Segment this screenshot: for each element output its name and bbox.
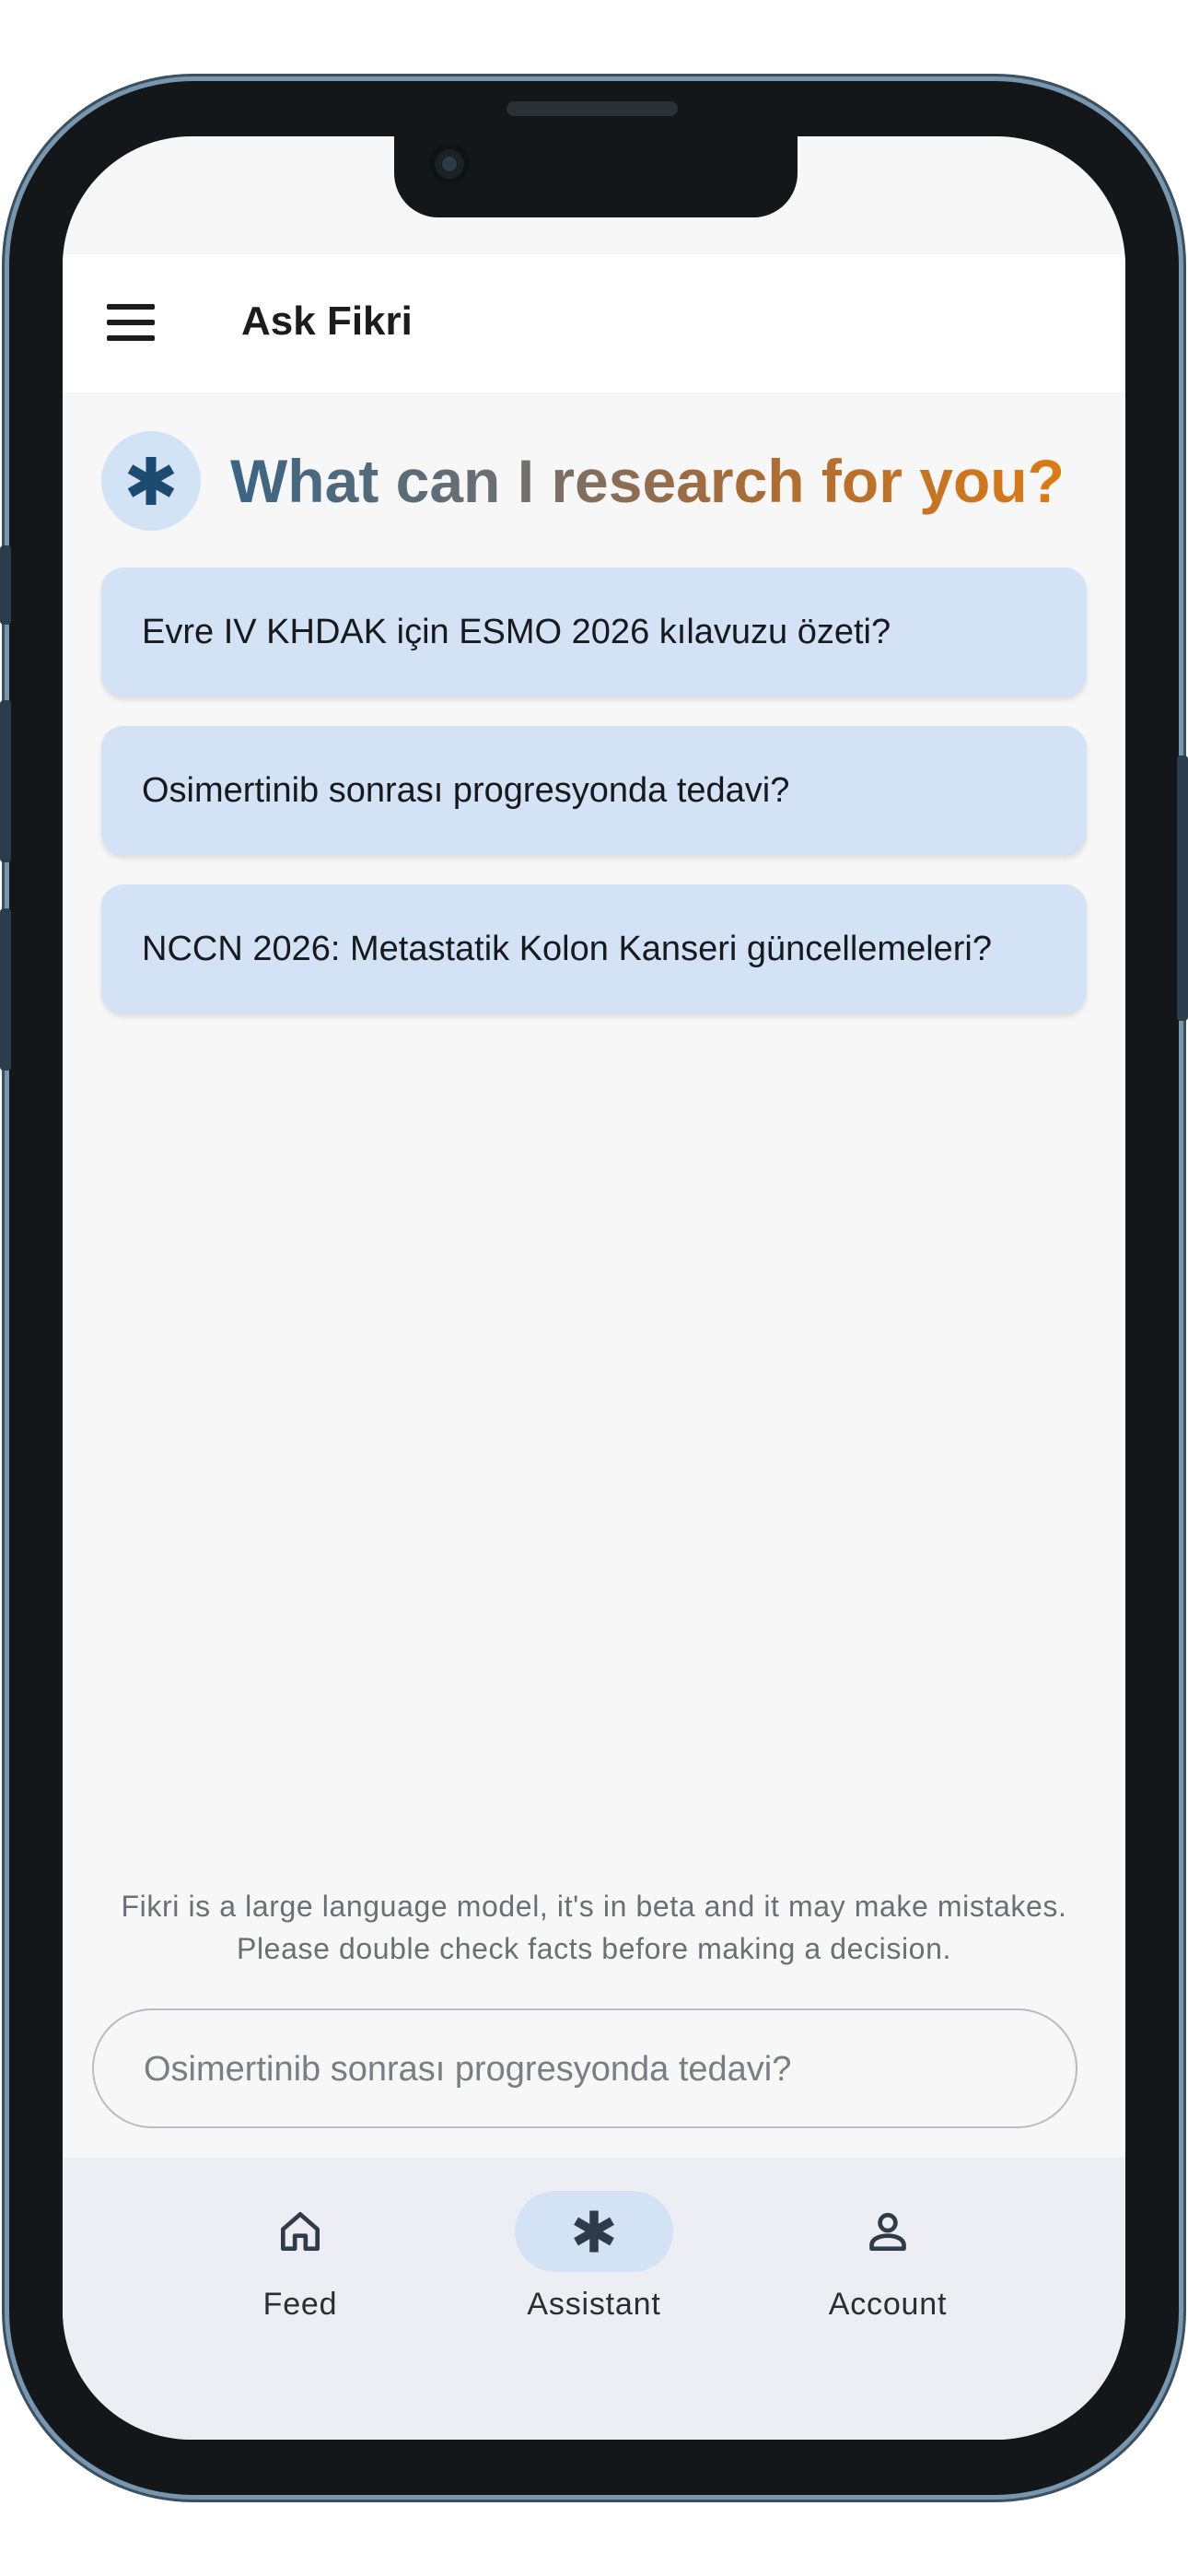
phone-silent-switch bbox=[0, 545, 11, 625]
message-input-container bbox=[92, 2008, 1077, 2128]
phone-volume-up-button bbox=[0, 700, 11, 862]
app-title: Ask Fikri bbox=[241, 299, 413, 344]
nav-pill bbox=[221, 2191, 379, 2272]
disclaimer-line: Fikri is a large language model, it's in… bbox=[121, 1890, 1067, 1923]
asterisk-icon bbox=[574, 2210, 614, 2253]
nav-label: Feed bbox=[262, 2287, 338, 2322]
disclaimer-text: Fikri is a large language model, it's in… bbox=[63, 1885, 1125, 1970]
disclaimer-line: Please double check facts before making … bbox=[237, 1932, 951, 1965]
home-icon bbox=[281, 2212, 320, 2251]
suggestion-chip[interactable]: Osimertinib sonrası progresyonda tedavi? bbox=[101, 726, 1087, 855]
suggestion-chip[interactable]: NCCN 2026: Metastatik Kolon Kanseri günc… bbox=[101, 884, 1087, 1013]
suggestion-chip[interactable]: Evre IV KHDAK için ESMO 2026 kılavuzu öz… bbox=[101, 568, 1087, 697]
asterisk-icon bbox=[127, 457, 175, 505]
nav-pill-active bbox=[515, 2191, 673, 2272]
hamburger-menu-icon[interactable] bbox=[107, 304, 155, 341]
nav-pill bbox=[809, 2191, 967, 2272]
nav-item-account[interactable]: Account bbox=[768, 2158, 1007, 2342]
person-icon bbox=[869, 2212, 906, 2251]
nav-label: Assistant bbox=[527, 2287, 661, 2322]
message-input[interactable] bbox=[142, 2010, 1030, 2128]
nav-item-assistant[interactable]: Assistant bbox=[474, 2158, 714, 2342]
bottom-navigation: Feed Assistant Account bbox=[63, 2158, 1125, 2440]
front-camera bbox=[429, 144, 470, 184]
phone-screen: Ask Fikri What can I research for you? E… bbox=[63, 136, 1125, 2440]
top-app-bar: Ask Fikri bbox=[63, 254, 1125, 392]
phone-power-button bbox=[1177, 755, 1188, 1021]
hero-title: What can I research for you? bbox=[230, 447, 1065, 515]
phone-speaker bbox=[507, 101, 678, 116]
nav-label: Account bbox=[828, 2287, 948, 2322]
nav-item-feed[interactable]: Feed bbox=[181, 2158, 420, 2342]
assistant-avatar bbox=[101, 431, 201, 531]
phone-volume-down-button bbox=[0, 908, 11, 1071]
